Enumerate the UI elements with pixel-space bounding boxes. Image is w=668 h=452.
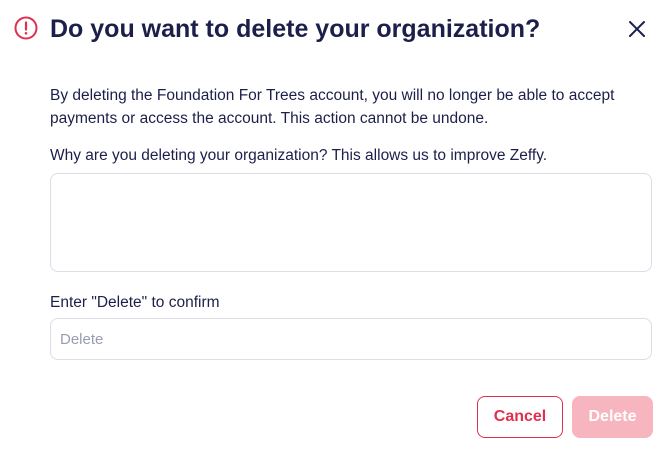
warning-circle-icon — [14, 16, 38, 40]
close-icon[interactable] — [624, 16, 650, 42]
delete-button[interactable]: Delete — [572, 396, 653, 438]
delete-organization-dialog: Do you want to delete your organization?… — [0, 0, 668, 452]
dialog-header: Do you want to delete your organization? — [14, 12, 658, 48]
reason-textarea[interactable] — [50, 173, 652, 272]
dialog-title: Do you want to delete your organization? — [50, 15, 541, 43]
dialog-description: By deleting the Foundation For Trees acc… — [50, 87, 615, 127]
confirm-label: Enter "Delete" to confirm — [50, 294, 220, 311]
cancel-button[interactable]: Cancel — [477, 396, 563, 438]
reason-label: Why are you deleting your organization? … — [50, 147, 548, 164]
confirm-delete-input[interactable] — [50, 318, 652, 360]
